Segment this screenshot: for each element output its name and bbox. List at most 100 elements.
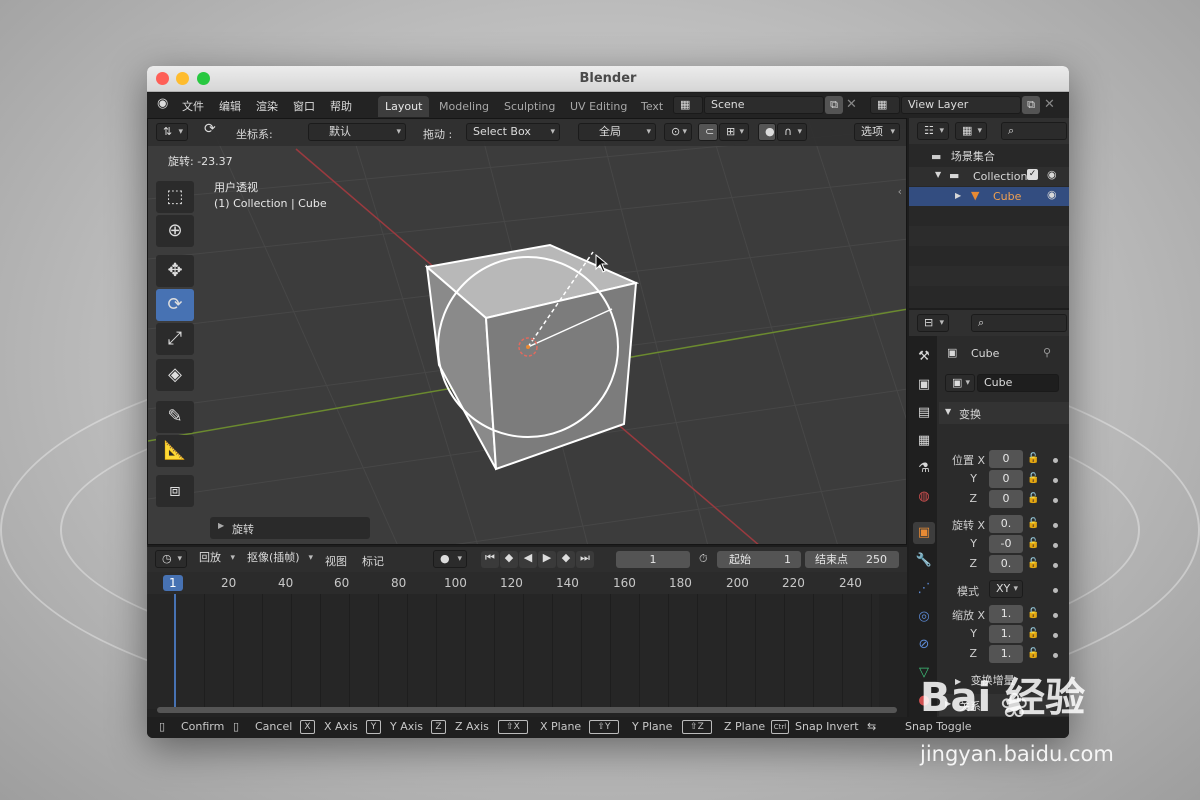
stopwatch-icon[interactable]: ⏱: [699, 552, 708, 566]
outliner-search-input[interactable]: ⌕: [1001, 122, 1067, 140]
lock-icon[interactable]: 🔓: [1027, 493, 1039, 504]
jump-start-button[interactable]: ⏮: [481, 551, 499, 568]
rotation-y-field[interactable]: -0: [989, 535, 1023, 553]
view-layer-field[interactable]: View Layer: [901, 96, 1021, 114]
keyframe-dot-icon[interactable]: [1053, 543, 1058, 548]
copy-view-layer-icon[interactable]: ⧉: [1022, 96, 1040, 114]
timeline-tracks[interactable]: [147, 594, 879, 709]
menu-window[interactable]: 窗口: [293, 98, 315, 114]
snap-toggle-button[interactable]: ⊂: [698, 123, 718, 141]
scene-tab-icon[interactable]: ⚗: [913, 458, 935, 480]
object-tab-icon[interactable]: ▣: [913, 522, 935, 544]
current-frame-field[interactable]: 1: [616, 551, 690, 568]
proportional-falloff-dropdown[interactable]: ∩ ▾: [777, 123, 807, 141]
output-tab-icon[interactable]: ▤: [913, 402, 935, 424]
view-layer-tab-icon[interactable]: ▦: [913, 430, 935, 452]
rotate-mode-icon[interactable]: ⟳: [198, 121, 224, 139]
render-tab-icon[interactable]: ▣: [913, 374, 935, 396]
lock-icon[interactable]: 🔓: [1027, 558, 1039, 569]
tab-modeling[interactable]: Modeling: [432, 96, 496, 117]
coord-system-dropdown[interactable]: 默认 ▾: [308, 123, 406, 141]
current-frame-marker[interactable]: 1: [163, 575, 183, 591]
transform-tool[interactable]: ◈: [156, 359, 194, 391]
playhead-line[interactable]: [174, 594, 176, 712]
keyframe-dot-icon[interactable]: [1053, 653, 1058, 658]
physics-tab-icon[interactable]: ◎: [913, 606, 935, 628]
location-x-field[interactable]: 0: [989, 450, 1023, 468]
properties-type-dropdown[interactable]: ⊟ ▾: [917, 314, 949, 332]
constraints-tab-icon[interactable]: ⊘: [913, 634, 935, 656]
transform-pivot-dropdown[interactable]: ⇅ ▾: [156, 123, 188, 141]
outliner-cube-row[interactable]: ▶ ▼ Cube ◉: [909, 187, 1069, 206]
sidebar-toggle-icon[interactable]: ‹: [898, 185, 902, 198]
annotate-tool[interactable]: ✎: [156, 401, 194, 433]
keyframe-dot-icon[interactable]: [1053, 478, 1058, 483]
transform-panel-header[interactable]: ▼ 变换: [939, 402, 1069, 424]
location-y-field[interactable]: 0: [989, 470, 1023, 488]
move-tool[interactable]: ✥: [156, 255, 194, 287]
last-operation-panel[interactable]: ▶ 旋转: [210, 517, 370, 539]
expand-arrow-icon[interactable]: ▶: [955, 191, 961, 200]
expand-arrow-icon[interactable]: ▼: [935, 170, 941, 179]
object-name-field[interactable]: Cube: [977, 374, 1059, 392]
measure-tool[interactable]: 📐: [156, 435, 194, 467]
transform-orientation-dropdown[interactable]: 全局 ▾: [578, 123, 656, 141]
lock-icon[interactable]: 🔓: [1027, 538, 1039, 549]
rotation-z-field[interactable]: 0.: [989, 555, 1023, 573]
keyframe-dot-icon[interactable]: [1053, 458, 1058, 463]
timeline-view-menu[interactable]: 视图: [325, 553, 347, 569]
end-frame-field[interactable]: 结束点 250: [805, 551, 899, 568]
menu-file[interactable]: 文件: [182, 98, 204, 114]
jump-end-button[interactable]: ⏭: [576, 551, 594, 568]
rotate-tool[interactable]: ⟳: [156, 289, 194, 321]
outliner-scene-collection[interactable]: ▬ 场景集合: [931, 148, 995, 164]
timeline-editor-type-dropdown[interactable]: ◷ ▾: [155, 550, 187, 568]
eye-icon[interactable]: ◉: [1047, 188, 1057, 201]
menu-edit[interactable]: 编辑: [219, 98, 241, 114]
start-frame-field[interactable]: 起始 1: [717, 551, 801, 568]
properties-search-input[interactable]: ⌕: [971, 314, 1067, 332]
tab-text[interactable]: Text: [634, 96, 670, 117]
add-cube-tool[interactable]: ⧈: [156, 475, 194, 507]
lock-icon[interactable]: 🔓: [1027, 608, 1039, 619]
view-layer-type-icon[interactable]: ▦: [870, 96, 900, 114]
tool-tab-icon[interactable]: ⚒: [913, 346, 935, 368]
pin-icon[interactable]: ⚲: [1043, 346, 1051, 359]
next-keyframe-button[interactable]: ◆: [557, 551, 575, 568]
scale-tool[interactable]: ⤢: [156, 323, 194, 355]
close-view-layer-icon[interactable]: ✕: [1044, 97, 1055, 112]
checkbox-icon[interactable]: ✓: [1027, 169, 1038, 180]
scale-z-field[interactable]: 1.: [989, 645, 1023, 663]
auto-keying-button[interactable]: ● ▾: [433, 550, 467, 568]
maximize-window-button[interactable]: [197, 72, 210, 85]
close-scene-icon[interactable]: ✕: [846, 97, 857, 112]
proportional-edit-button[interactable]: ●: [758, 123, 776, 141]
particles-tab-icon[interactable]: ⋰: [913, 578, 935, 600]
lock-icon[interactable]: 🔓: [1027, 648, 1039, 659]
drag-dropdown[interactable]: Select Box ▾: [466, 123, 560, 141]
modifier-tab-icon[interactable]: 🔧: [913, 550, 935, 572]
menu-help[interactable]: 帮助: [330, 98, 352, 114]
keyframe-dot-icon[interactable]: [1053, 633, 1058, 638]
scale-y-field[interactable]: 1.: [989, 625, 1023, 643]
select-box-tool[interactable]: ⬚: [156, 181, 194, 213]
menu-render[interactable]: 渲染: [256, 98, 278, 114]
world-tab-icon[interactable]: ◍: [913, 486, 935, 508]
copy-scene-icon[interactable]: ⧉: [825, 96, 843, 114]
keying-dropdown[interactable]: 抠像(插帧) ▾: [241, 550, 317, 568]
timeline-scrollbar[interactable]: [157, 707, 897, 713]
keyframe-dot-icon[interactable]: [1053, 588, 1058, 593]
cursor-tool[interactable]: ⊕: [156, 215, 194, 247]
rotation-x-field[interactable]: 0.: [989, 515, 1023, 533]
timeline-marker-menu[interactable]: 标记: [362, 553, 384, 569]
viewport-scene[interactable]: [148, 119, 907, 545]
lock-icon[interactable]: 🔓: [1027, 453, 1039, 464]
rotation-mode-dropdown[interactable]: XY ▾: [989, 580, 1023, 598]
scale-x-field[interactable]: 1.: [989, 605, 1023, 623]
keyframe-dot-icon[interactable]: [1053, 498, 1058, 503]
tab-uv-editing[interactable]: UV Editing: [563, 96, 634, 117]
play-reverse-button[interactable]: ◀: [519, 551, 537, 568]
play-button[interactable]: ▶: [538, 551, 556, 568]
location-z-field[interactable]: 0: [989, 490, 1023, 508]
editor-type-dropdown[interactable]: ☷ ▾: [917, 122, 949, 140]
